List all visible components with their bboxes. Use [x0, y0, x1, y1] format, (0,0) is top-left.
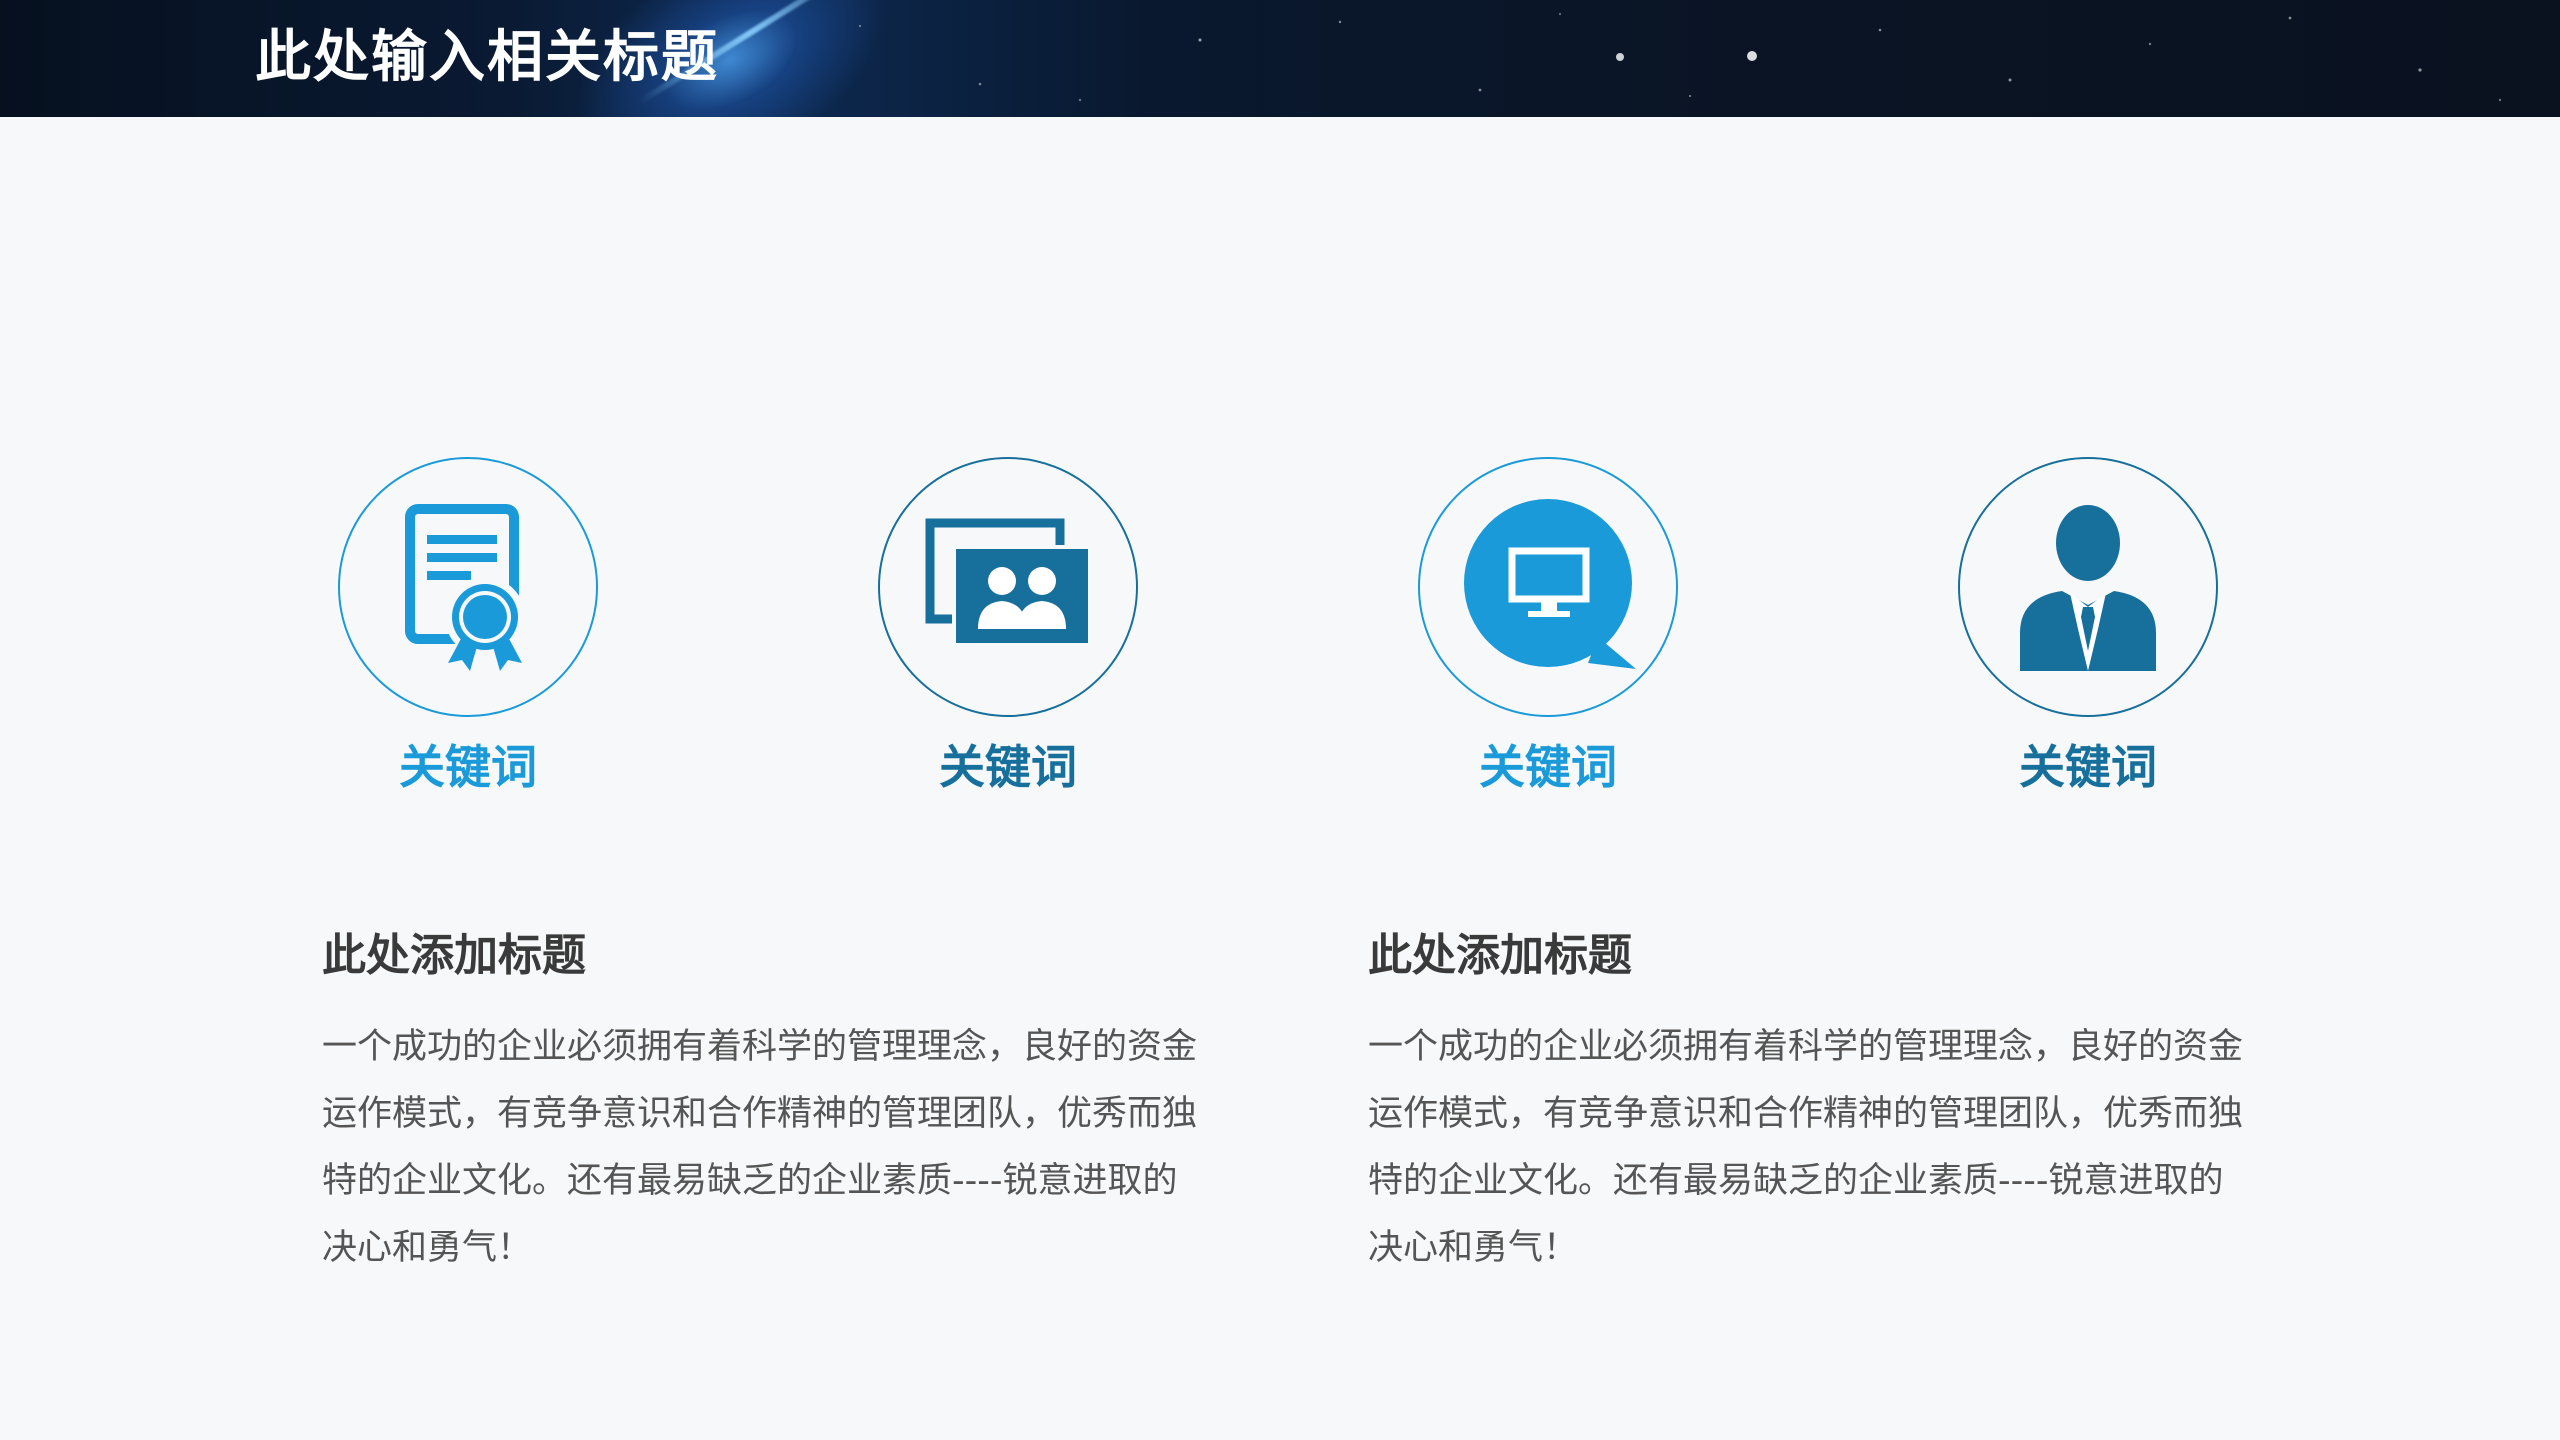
businessman-icon — [2020, 505, 2156, 671]
team-photo-icon — [925, 518, 1092, 647]
text-section-1: 此处添加标题 一个成功的企业必须拥有着科学的管理理念，良好的资金运作模式，有竞争… — [322, 920, 1222, 1282]
section-body: 一个成功的企业必须拥有着科学的管理理念，良好的资金运作模式，有竞争意识和合作精神… — [1368, 1027, 2244, 1268]
feature-keyword: 关键词 — [2019, 740, 2157, 794]
section-title: 此处添加标题 — [1368, 930, 1632, 981]
feature-item-3: 关键词 — [1418, 457, 1682, 797]
certificate-icon — [405, 504, 525, 671]
text-section-2: 此处添加标题 一个成功的企业必须拥有着科学的管理理念，良好的资金运作模式，有竞争… — [1368, 920, 2268, 1282]
section-title: 此处添加标题 — [322, 930, 586, 981]
feature-keyword: 关键词 — [939, 740, 1077, 794]
header-banner: 此处输入相关标题 — [0, 0, 2560, 117]
section-body: 一个成功的企业必须拥有着科学的管理理念，良好的资金运作模式，有竞争意识和合作精神… — [322, 1027, 1198, 1268]
feature-item-1: 关键词 — [338, 457, 602, 797]
feature-item-4: 关键词 — [1958, 457, 2222, 797]
feature-keyword: 关键词 — [1479, 740, 1617, 794]
feature-item-2: 关键词 — [878, 457, 1142, 797]
feature-keyword: 关键词 — [399, 740, 537, 794]
monitor-chat-bubble-icon — [1464, 499, 1636, 669]
page-title: 此处输入相关标题 — [255, 25, 719, 90]
